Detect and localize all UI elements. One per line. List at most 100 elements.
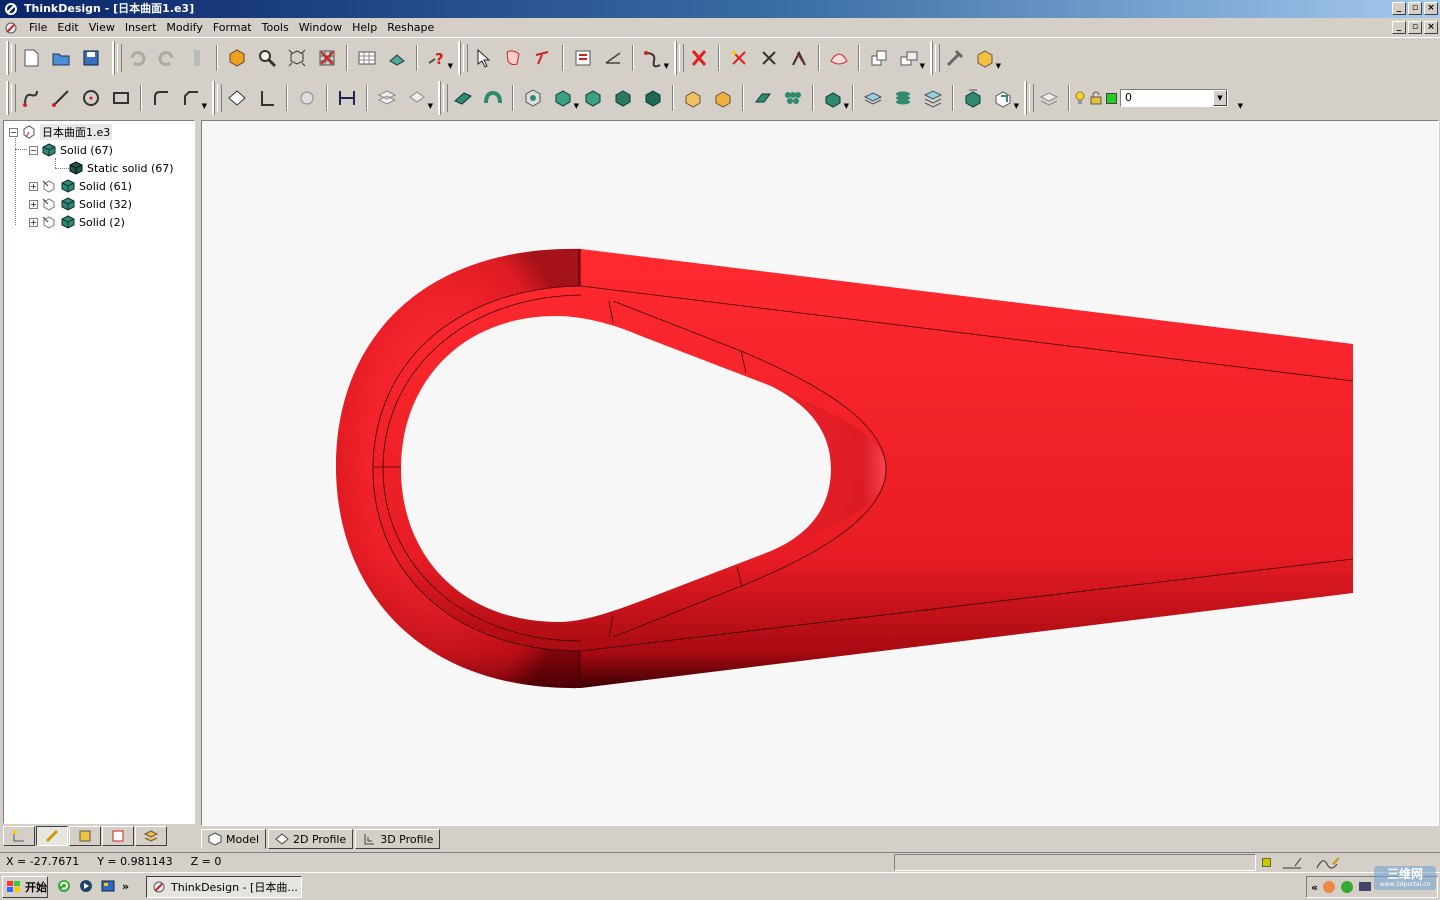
split-solid-icon[interactable] — [859, 84, 887, 112]
menu-reshape[interactable]: Reshape — [382, 18, 439, 38]
menu-tools[interactable]: Tools — [257, 18, 294, 38]
plane-icon[interactable] — [223, 84, 251, 112]
save-icon[interactable] — [77, 44, 105, 72]
layer-color-swatch[interactable] — [1106, 92, 1117, 104]
rect-icon[interactable] — [107, 84, 135, 112]
table-icon[interactable] — [353, 44, 381, 72]
expand-toggle[interactable]: + — [29, 181, 38, 191]
doc-close-button[interactable]: × — [1424, 21, 1438, 34]
tray-monitor-icon[interactable] — [1358, 880, 1372, 894]
collapse-toggle[interactable]: − — [29, 145, 38, 155]
select-icon[interactable] — [469, 44, 497, 72]
chevron-down-icon[interactable]: ▼ — [1213, 90, 1227, 106]
graphics-viewport[interactable] — [201, 120, 1439, 826]
insert-icon[interactable] — [569, 44, 597, 72]
document-icon[interactable] — [3, 20, 19, 36]
sketch-icon[interactable] — [1315, 854, 1343, 870]
print-icon[interactable] — [383, 44, 411, 72]
expand-toggle[interactable]: + — [29, 199, 38, 209]
start-button[interactable]: 开始 — [2, 876, 48, 898]
pen-icon[interactable] — [1281, 854, 1305, 870]
layer-icon[interactable] — [959, 84, 987, 112]
fillet-icon[interactable] — [749, 84, 777, 112]
zoom-icon[interactable] — [253, 44, 281, 72]
views-tab[interactable] — [102, 826, 134, 846]
tree-root[interactable]: − 日本曲面1.e3 — [9, 123, 113, 141]
layer-dropdown[interactable]: 0 ▼ — [1120, 89, 1228, 107]
surface-icon[interactable] — [825, 44, 853, 72]
undo-icon[interactable] — [123, 44, 151, 72]
show-desktop-icon[interactable] — [100, 878, 116, 894]
explode-icon[interactable]: ▼ — [989, 84, 1019, 112]
measure-icon[interactable] — [599, 44, 627, 72]
menu-format[interactable]: Format — [208, 18, 257, 38]
section-icon[interactable] — [889, 84, 917, 112]
pad-icon[interactable]: ▼ — [549, 84, 579, 112]
bulb-icon[interactable] — [1074, 90, 1086, 106]
expand-toggle[interactable]: + — [29, 217, 38, 227]
quick-launch-chevron[interactable]: » — [122, 880, 129, 893]
tree-view-tab[interactable] — [3, 826, 35, 846]
fit-icon[interactable] — [283, 44, 311, 72]
box-icon[interactable]: ▼ — [971, 44, 1001, 72]
extrude-icon[interactable] — [449, 84, 477, 112]
transform-icon[interactable] — [1035, 84, 1063, 112]
menu-edit[interactable]: Edit — [52, 18, 83, 38]
tray-chevron[interactable]: « — [1311, 881, 1318, 894]
pocket-icon[interactable] — [579, 84, 607, 112]
menu-view[interactable]: View — [84, 18, 120, 38]
axis-icon[interactable] — [253, 84, 281, 112]
menu-help[interactable]: Help — [347, 18, 382, 38]
loft-icon[interactable] — [373, 84, 401, 112]
history-tab[interactable] — [36, 826, 68, 846]
select-face-icon[interactable] — [499, 44, 527, 72]
cut-icon[interactable] — [183, 44, 211, 72]
boolean-add-icon[interactable] — [679, 84, 707, 112]
hole-icon[interactable] — [519, 84, 547, 112]
tree-node-solid-32[interactable]: + Solid (32) — [29, 195, 132, 213]
open-icon[interactable] — [47, 44, 75, 72]
lock-icon[interactable] — [1089, 91, 1103, 105]
minimize-button[interactable]: _ — [1392, 2, 1406, 15]
menu-insert[interactable]: Insert — [120, 18, 162, 38]
tree-node-static-solid[interactable]: Static solid (67) — [68, 159, 174, 177]
restore-button[interactable]: ▫ — [1408, 2, 1422, 15]
collapse-toggle[interactable]: − — [9, 127, 18, 137]
layers-tab[interactable] — [69, 826, 101, 846]
curve-icon[interactable]: ▼ — [639, 44, 669, 72]
trim-icon[interactable] — [755, 44, 783, 72]
revolve-icon[interactable] — [479, 84, 507, 112]
dimension-icon[interactable] — [333, 84, 361, 112]
media-player-icon[interactable] — [78, 878, 94, 894]
tab-2d-profile[interactable]: 2D Profile — [268, 829, 354, 849]
rotate-icon[interactable]: ▼ — [403, 84, 433, 112]
taskbar-thinkdesign[interactable]: ThinkDesign - [日本曲... — [146, 876, 302, 898]
shell-icon[interactable] — [609, 84, 637, 112]
refresh-icon[interactable] — [56, 878, 72, 894]
tree-node-solid-2[interactable]: + Solid (2) — [29, 213, 125, 231]
stack-icon[interactable] — [919, 84, 947, 112]
chamfer-curve-icon[interactable]: ▼ — [177, 84, 207, 112]
doc-restore-button[interactable]: ▫ — [1408, 21, 1422, 34]
circle-icon[interactable] — [77, 84, 105, 112]
menu-window[interactable]: Window — [294, 18, 347, 38]
tree-node-solid-67[interactable]: − Solid (67) — [29, 141, 113, 159]
sweep-icon[interactable] — [293, 84, 321, 112]
grid-icon[interactable] — [313, 44, 341, 72]
shade-icon[interactable] — [223, 44, 251, 72]
tray-app-icon[interactable] — [1322, 880, 1336, 894]
delete-icon[interactable] — [685, 44, 713, 72]
spline-icon[interactable] — [17, 84, 45, 112]
styles-tab[interactable] — [135, 826, 167, 846]
split-icon[interactable] — [725, 44, 753, 72]
draft-icon[interactable] — [639, 84, 667, 112]
extend-icon[interactable] — [785, 44, 813, 72]
fillet-curve-icon[interactable] — [147, 84, 175, 112]
layers-options-button[interactable]: ▼ — [1229, 84, 1243, 112]
tray-network-icon[interactable] — [1340, 880, 1354, 894]
mirror-icon[interactable]: ▼ — [819, 84, 849, 112]
close-button[interactable]: × — [1424, 2, 1438, 15]
pattern-icon[interactable] — [779, 84, 807, 112]
tab-3d-profile[interactable]: 3D Profile — [355, 829, 441, 849]
copy-icon[interactable]: ▼ — [895, 44, 925, 72]
